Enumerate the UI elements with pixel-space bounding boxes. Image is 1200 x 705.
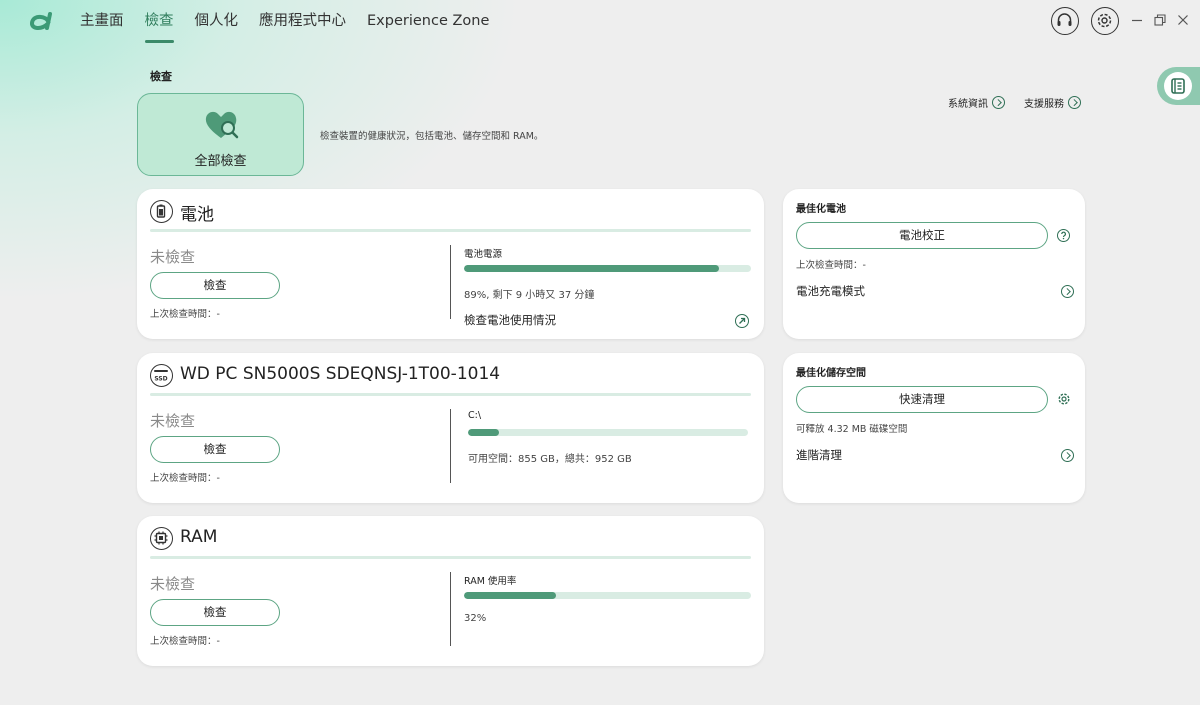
freeable-space-text: 可釋放 4.32 MB 磁碟空間 [796, 424, 908, 435]
ram-last-check: 上次檢查時間：- [150, 636, 220, 647]
full-check-button[interactable]: 全部檢查 [137, 93, 304, 176]
nav-item-app-center[interactable]: 應用程式中心 [259, 0, 346, 44]
optimize-battery-title: 最佳化電池 [796, 204, 846, 215]
ram-usage-text: 32% [464, 613, 487, 624]
optimize-storage-title: 最佳化儲存空間 [796, 368, 866, 379]
divider [450, 409, 451, 483]
battery-check-button[interactable]: 檢查 [150, 272, 280, 299]
acer-logo-icon[interactable] [29, 10, 53, 32]
minimize-icon[interactable] [1129, 12, 1145, 28]
chevron-right-icon [1068, 96, 1081, 109]
battery-icon [150, 200, 173, 223]
support-label: 支援服務 [1024, 99, 1064, 110]
optimize-battery-card: 最佳化電池 電池校正 上次檢查時間：- 電池充電模式 [783, 189, 1085, 339]
gear-icon[interactable] [1091, 7, 1119, 35]
ssd-icon: SSD [150, 364, 173, 387]
ram-card: RAM 未檢查 檢查 上次檢查時間：- RAM 使用率 32% [137, 516, 764, 666]
close-icon[interactable] [1175, 12, 1191, 28]
restore-icon[interactable] [1152, 12, 1168, 28]
divider [450, 245, 451, 319]
battery-status: 未檢查 [150, 248, 196, 266]
storage-status: 未檢查 [150, 412, 196, 430]
page-title: 檢查 [150, 70, 172, 83]
storage-check-button[interactable]: 檢查 [150, 436, 280, 463]
divider [150, 393, 751, 396]
external-link-icon[interactable] [735, 314, 749, 328]
advanced-clean-link[interactable]: 進階清理 [796, 447, 842, 463]
quick-clean-button[interactable]: 快速清理 [796, 386, 1048, 413]
storage-progress-fill [468, 429, 499, 436]
battery-progress-track [464, 265, 751, 272]
storage-last-check: 上次檢查時間：- [150, 473, 220, 484]
storage-space-text: 可用空間：855 GB，總共：952 GB [468, 454, 632, 465]
battery-title: 電池 [180, 205, 214, 225]
headset-icon[interactable] [1051, 7, 1079, 35]
ram-progress-fill [464, 592, 556, 599]
full-check-label: 全部檢查 [194, 154, 247, 169]
nav-item-check[interactable]: 檢查 [144, 0, 174, 44]
ssd-icon-text: SSD [154, 376, 167, 383]
battery-calibration-button[interactable]: 電池校正 [796, 222, 1048, 249]
nav-item-home[interactable]: 主畫面 [80, 0, 124, 44]
battery-card: 電池 未檢查 檢查 上次檢查時間：- 電池電源 89%, 剩下 9 小時又 37… [137, 189, 764, 339]
system-info-label: 系統資訊 [948, 99, 988, 110]
ram-check-button[interactable]: 檢查 [150, 599, 280, 626]
battery-power-label: 電池電源 [464, 249, 503, 260]
battery-remaining-text: 89%, 剩下 9 小時又 37 分鐘 [464, 290, 595, 301]
optimize-battery-last-check: 上次檢查時間：- [796, 260, 866, 271]
storage-title: WD PC SN5000S SDEQNSJ-1T00-1014 [180, 364, 501, 384]
storage-card: SSD WD PC SN5000S SDEQNSJ-1T00-1014 未檢查 … [137, 353, 764, 503]
side-panel-toggle[interactable] [1157, 67, 1200, 105]
chevron-right-icon[interactable] [1061, 285, 1074, 298]
optimize-storage-card: 最佳化儲存空間 快速清理 可釋放 4.32 MB 磁碟空間 進階清理 [783, 353, 1085, 503]
divider [150, 229, 751, 232]
battery-usage-link[interactable]: 檢查電池使用情況 [464, 312, 556, 328]
battery-charge-mode-link[interactable]: 電池充電模式 [796, 283, 865, 299]
top-bar: 主畫面 檢查 個人化 應用程式中心 Experience Zone [0, 0, 1200, 44]
ram-status: 未檢查 [150, 575, 196, 593]
ram-usage-label: RAM 使用率 [464, 576, 517, 587]
ram-progress-track [464, 592, 751, 599]
page-description: 檢查裝置的健康狀況，包括電池、儲存空間和 RAM。 [320, 131, 544, 142]
main-nav: 主畫面 檢查 個人化 應用程式中心 Experience Zone [80, 0, 510, 44]
drive-label: C:\ [468, 410, 482, 421]
chevron-right-icon[interactable] [1061, 449, 1074, 462]
storage-progress-track [468, 429, 748, 436]
battery-last-check: 上次檢查時間：- [150, 309, 220, 320]
chip-icon [150, 527, 173, 550]
nav-item-personalize[interactable]: 個人化 [195, 0, 239, 44]
chevron-right-icon [992, 96, 1005, 109]
divider [150, 556, 751, 559]
help-icon[interactable] [1057, 229, 1070, 242]
gear-icon[interactable] [1057, 392, 1071, 406]
heart-search-icon [205, 111, 239, 139]
system-info-link[interactable]: 系統資訊 [948, 95, 1005, 110]
list-panel-icon [1171, 78, 1185, 94]
divider [450, 572, 451, 646]
support-link[interactable]: 支援服務 [1024, 95, 1081, 110]
battery-progress-fill [464, 265, 720, 272]
ram-title: RAM [180, 527, 218, 547]
nav-item-experience-zone[interactable]: Experience Zone [367, 0, 489, 44]
